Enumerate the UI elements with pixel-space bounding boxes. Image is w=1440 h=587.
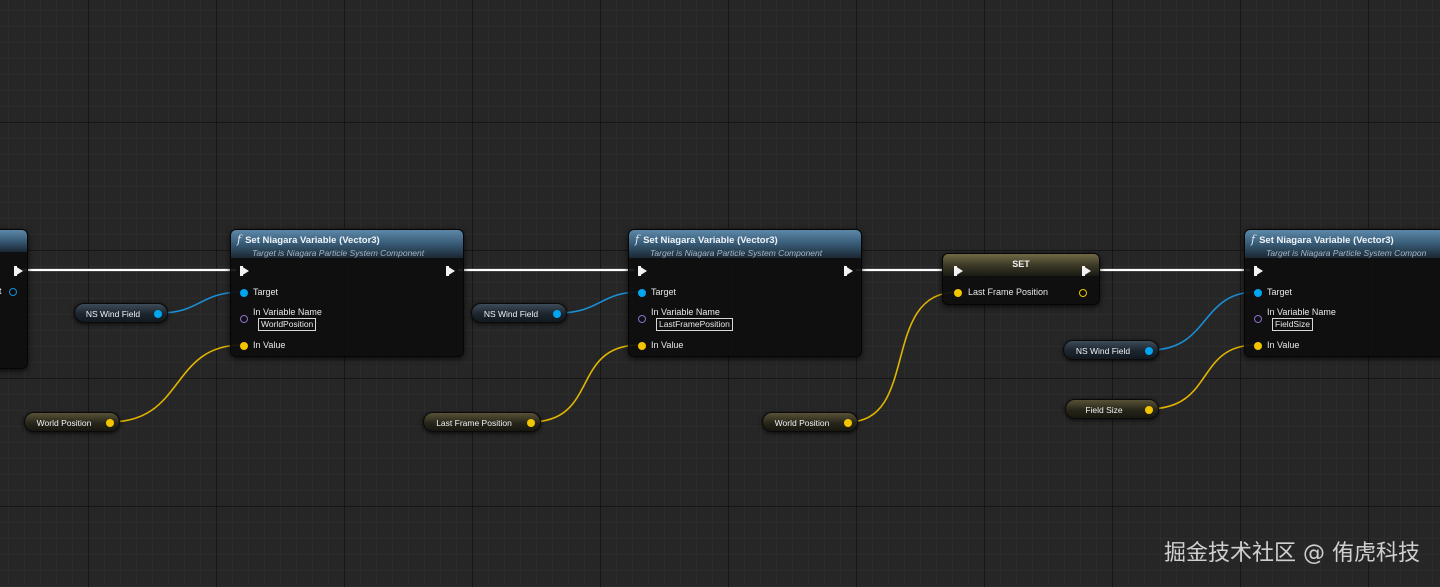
partial-function-node[interactable]: t [0, 229, 28, 369]
exec-in-pin[interactable] [1254, 266, 1263, 276]
variable-getter-node[interactable]: Field Size [1065, 399, 1159, 419]
output-pin[interactable] [106, 419, 114, 427]
watermark: 掘金技术社区 @ 侑虎科技 [1164, 541, 1420, 566]
output-pin[interactable] [9, 288, 17, 296]
variable-name-field[interactable]: WorldPosition [258, 318, 317, 331]
output-pin[interactable] [844, 419, 852, 427]
value-in-pin[interactable] [954, 289, 962, 297]
variable-name-field[interactable]: FieldSize [1272, 318, 1313, 331]
value-out-pin[interactable] [1079, 289, 1087, 297]
in-value-label: In Value [253, 340, 286, 350]
variable-label: NS Wind Field [85, 309, 141, 319]
exec-in-pin[interactable] [240, 266, 249, 276]
node-title: Set Niagara Variable (Vector3) [1259, 235, 1394, 246]
target-label: Target [1267, 287, 1293, 297]
variable-label: World Position [774, 418, 830, 428]
variable-name-label: In Variable Name [1267, 307, 1336, 317]
node-subtitle: Target is Niagara Particle System Compon [1266, 248, 1427, 258]
variable-name-pin[interactable] [638, 315, 646, 323]
in-value-label: In Value [651, 340, 684, 350]
exec-out-pin[interactable] [844, 266, 853, 276]
in-value-pin[interactable] [638, 342, 646, 350]
node-subtitle: Target is Niagara Particle System Compon… [650, 248, 823, 258]
function-icon: f [635, 233, 640, 246]
node-header: f Set Niagara Variable (Vector3) Target i… [629, 230, 861, 258]
output-pin[interactable] [553, 310, 561, 318]
set-node-header: SET [943, 254, 1099, 276]
value-wire [1147, 344, 1257, 410]
variable-name-field[interactable]: LastFramePosition [656, 318, 733, 331]
exec-out-pin[interactable] [1082, 266, 1091, 276]
variable-getter-node[interactable]: NS Wind Field [1063, 340, 1159, 360]
variable-label: Last Frame Position [436, 418, 512, 428]
variable-name-label: In Variable Name [651, 307, 720, 317]
set-pin-label: Last Frame Position [968, 287, 1049, 297]
function-icon: f [237, 233, 242, 246]
pin-label: t [0, 286, 2, 296]
node-title: Set Niagara Variable (Vector3) [643, 235, 778, 246]
variable-name-pin[interactable] [1254, 315, 1262, 323]
exec-in-pin[interactable] [638, 266, 647, 276]
node-header: f Set Niagara Variable (Vector3) Target i… [231, 230, 463, 258]
value-wire [847, 291, 958, 423]
set-niagara-variable-node[interactable]: f Set Niagara Variable (Vector3) Target i… [230, 229, 464, 357]
function-icon: f [1251, 233, 1256, 246]
variable-label: NS Wind Field [483, 309, 539, 319]
variable-getter-node[interactable]: NS Wind Field [74, 303, 168, 323]
node-subtitle: Target is Niagara Particle System Compon… [252, 248, 425, 258]
node-title: Set Niagara Variable (Vector3) [245, 235, 380, 246]
variable-getter-node[interactable]: Last Frame Position [423, 412, 541, 432]
exec-out-pin[interactable] [446, 266, 455, 276]
exec-in-pin[interactable] [954, 266, 963, 276]
output-pin[interactable] [1145, 347, 1153, 355]
value-wire [529, 344, 641, 423]
output-pin[interactable] [1145, 406, 1153, 414]
set-niagara-variable-node[interactable]: f Set Niagara Variable (Vector3) Target i… [628, 229, 862, 357]
target-label: Target [253, 287, 279, 297]
variable-name-label: In Variable Name [253, 307, 322, 317]
variable-name-pin[interactable] [240, 315, 248, 323]
target-wire [1149, 291, 1257, 351]
value-wire [109, 344, 243, 423]
variable-label: World Position [36, 418, 92, 428]
variable-label: NS Wind Field [1075, 346, 1131, 356]
variable-getter-node[interactable]: World Position [24, 412, 120, 432]
variable-getter-node[interactable]: NS Wind Field [471, 303, 567, 323]
target-pin[interactable] [638, 289, 646, 297]
set-variable-node[interactable]: SET Last Frame Position [942, 253, 1100, 305]
set-niagara-variable-node[interactable]: f Set Niagara Variable (Vector3) Target i… [1244, 229, 1440, 357]
exec-out-pin[interactable] [14, 266, 23, 276]
output-pin[interactable] [527, 419, 535, 427]
in-value-pin[interactable] [240, 342, 248, 350]
node-header: f Set Niagara Variable (Vector3) Target i… [1245, 230, 1440, 258]
target-pin[interactable] [1254, 289, 1262, 297]
in-value-label: In Value [1267, 340, 1300, 350]
variable-getter-node[interactable]: World Position [762, 412, 858, 432]
target-label: Target [651, 287, 677, 297]
variable-label: Field Size [1085, 405, 1123, 415]
target-pin[interactable] [240, 289, 248, 297]
output-pin[interactable] [154, 310, 162, 318]
in-value-pin[interactable] [1254, 342, 1262, 350]
